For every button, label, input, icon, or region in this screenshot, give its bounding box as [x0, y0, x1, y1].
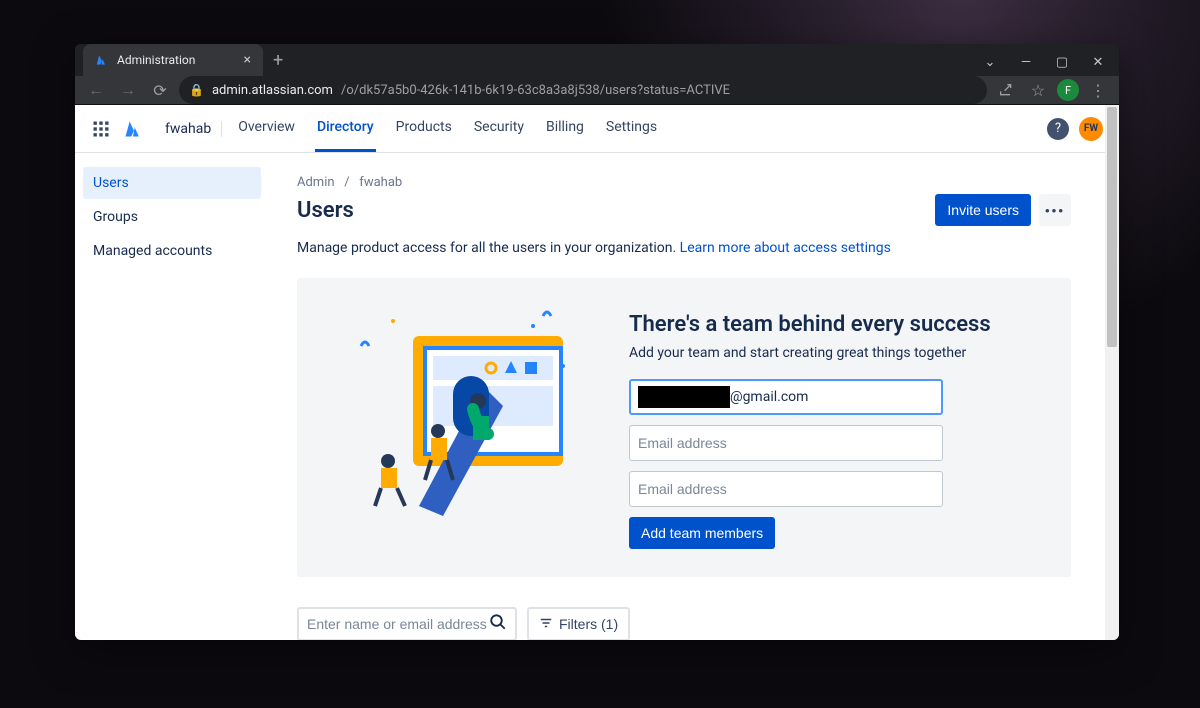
- scrollbar[interactable]: [1105, 105, 1119, 640]
- sidebar-item-managed-accounts[interactable]: Managed accounts: [83, 235, 261, 267]
- url-host: admin.atlassian.com: [212, 83, 333, 98]
- maximize-button[interactable]: ▢: [1045, 48, 1079, 76]
- reload-button[interactable]: ⟳: [147, 77, 173, 103]
- org-name[interactable]: fwahab: [155, 121, 222, 137]
- dropdown-icon[interactable]: ⌄: [973, 48, 1007, 76]
- email-input-1[interactable]: @gmail.com: [629, 379, 943, 415]
- atlassian-favicon: [95, 53, 109, 67]
- tab-billing[interactable]: Billing: [544, 105, 586, 152]
- address-bar[interactable]: 🔒 admin.atlassian.com/o/dk57a5b0-426k-14…: [179, 76, 987, 104]
- help-icon[interactable]: ?: [1047, 118, 1069, 140]
- email-input-2[interactable]: [629, 425, 943, 461]
- tab-security[interactable]: Security: [472, 105, 526, 152]
- add-team-members-button[interactable]: Add team members: [629, 517, 775, 549]
- breadcrumb-root[interactable]: Admin: [297, 175, 335, 190]
- window-controls: ⌄ — ▢ ✕: [973, 44, 1115, 80]
- close-window-button[interactable]: ✕: [1081, 48, 1115, 76]
- user-search-input[interactable]: [297, 607, 517, 640]
- sidebar: Users Groups Managed accounts: [75, 153, 269, 640]
- tab-close-icon[interactable]: ×: [244, 52, 251, 68]
- onboarding-card: There's a team behind every success Add …: [297, 278, 1071, 577]
- invite-users-button[interactable]: Invite users: [935, 194, 1031, 226]
- main-panel: Admin / fwahab Users Invite users ••• Ma…: [269, 153, 1119, 640]
- url-path: /o/dk57a5b0-426k-141b-6k19-63c8a3a8j538/…: [341, 83, 730, 98]
- tab-title: Administration: [117, 53, 195, 67]
- tab-products[interactable]: Products: [394, 105, 454, 152]
- tab-settings[interactable]: Settings: [604, 105, 659, 152]
- back-button[interactable]: ←: [83, 77, 109, 103]
- page-description: Manage product access for all the users …: [297, 240, 1071, 256]
- filters-button[interactable]: Filters (1): [527, 607, 630, 640]
- bookmark-star-icon[interactable]: ☆: [1025, 77, 1051, 103]
- scrollbar-thumb[interactable]: [1107, 107, 1117, 347]
- filter-row: Filters (1): [297, 607, 1071, 640]
- tab-directory[interactable]: Directory: [315, 105, 376, 152]
- page-content: fwahab Overview Directory Products Secur…: [75, 105, 1119, 640]
- new-tab-button[interactable]: +: [263, 50, 293, 71]
- minimize-button[interactable]: —: [1009, 48, 1043, 76]
- more-actions-button[interactable]: •••: [1039, 194, 1071, 226]
- sidebar-item-groups[interactable]: Groups: [83, 201, 261, 233]
- browser-window: Administration × + ⌄ — ▢ ✕ ← → ⟳ 🔒 admin…: [75, 44, 1119, 640]
- browser-tab[interactable]: Administration ×: [83, 44, 263, 76]
- breadcrumb: Admin / fwahab: [297, 175, 1071, 190]
- share-icon[interactable]: [993, 77, 1019, 103]
- browser-menu-icon[interactable]: ⋮: [1085, 77, 1111, 103]
- card-subtitle: Add your team and start creating great t…: [629, 345, 1035, 361]
- atlassian-logo-icon[interactable]: [123, 119, 143, 139]
- browser-toolbar: ← → ⟳ 🔒 admin.atlassian.com/o/dk57a5b0-4…: [75, 76, 1119, 105]
- topnav-tabs: Overview Directory Products Security Bil…: [236, 105, 659, 152]
- search-icon[interactable]: [489, 613, 507, 636]
- redacted-email-prefix: [638, 386, 730, 408]
- page-title: Users: [297, 198, 354, 223]
- filter-icon: [539, 616, 553, 633]
- browser-profile-avatar[interactable]: F: [1057, 79, 1079, 101]
- lock-icon: 🔒: [189, 83, 204, 97]
- breadcrumb-leaf[interactable]: fwahab: [359, 175, 402, 190]
- tab-strip: Administration × + ⌄ — ▢ ✕: [75, 44, 1119, 76]
- app-body: Users Groups Managed accounts Admin / fw…: [75, 153, 1119, 640]
- email-input-3[interactable]: [629, 471, 943, 507]
- team-illustration: [333, 306, 593, 526]
- user-avatar[interactable]: FW: [1079, 117, 1103, 141]
- forward-button[interactable]: →: [115, 77, 141, 103]
- sidebar-item-users[interactable]: Users: [83, 167, 261, 199]
- app-topnav: fwahab Overview Directory Products Secur…: [75, 105, 1119, 153]
- learn-more-link[interactable]: Learn more about access settings: [680, 240, 891, 256]
- app-switcher-icon[interactable]: [91, 119, 111, 139]
- card-title: There's a team behind every success: [629, 312, 1035, 337]
- tab-overview[interactable]: Overview: [236, 105, 297, 152]
